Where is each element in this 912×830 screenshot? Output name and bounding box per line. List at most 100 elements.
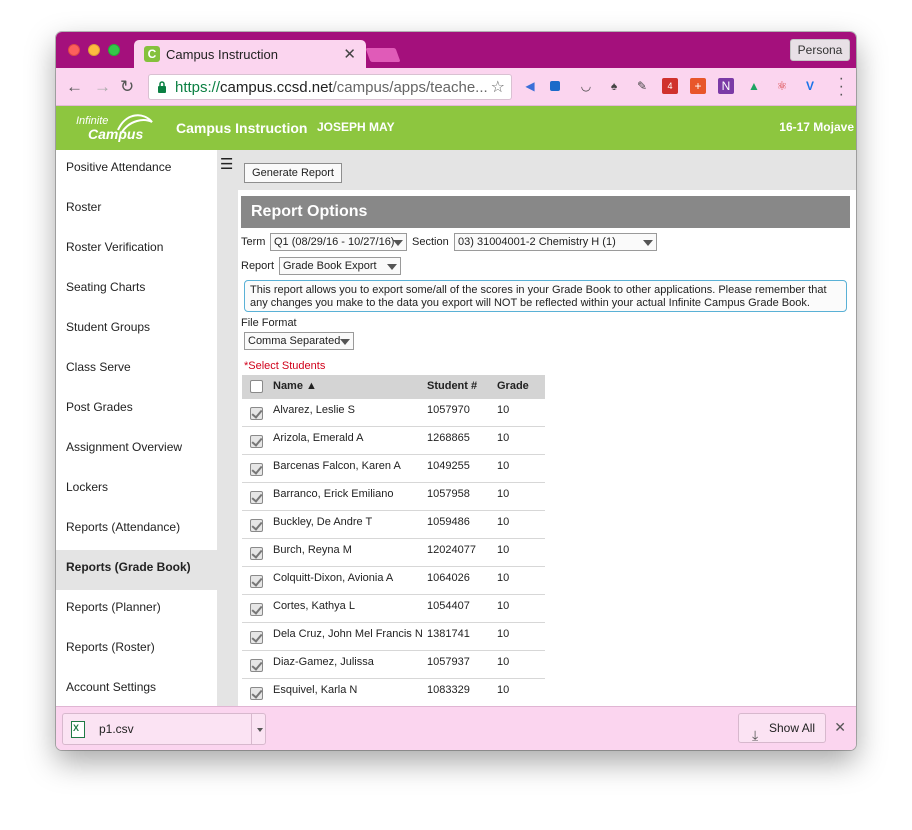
campus-favicon-icon: C [144, 46, 160, 62]
tool-extension-icon[interactable]: ✎ [634, 78, 650, 94]
sidebar-item-roster[interactable]: Roster [56, 190, 217, 230]
student-checkbox[interactable] [250, 491, 263, 504]
evernote-extension-icon[interactable]: ♠ [606, 78, 622, 94]
generate-report-button[interactable]: Generate Report [244, 163, 342, 183]
sidebar-item-reports-planner[interactable]: Reports (Planner) [56, 590, 217, 630]
sidebar-item-class-serve[interactable]: Class Serve [56, 350, 217, 390]
browser-toolbar: ← → ↻ https://campus.ccsd.net/campus/app… [56, 68, 856, 106]
sidebar-item-lockers[interactable]: Lockers [56, 470, 217, 510]
table-row[interactable]: Esquivel, Karla N 1083329 10 [242, 679, 545, 707]
student-checkbox[interactable] [250, 407, 263, 420]
report-label: Report [241, 260, 275, 272]
address-bar[interactable]: https://campus.ccsd.net/campus/apps/teac… [148, 74, 512, 100]
student-checkbox[interactable] [250, 547, 263, 560]
back-arrow-icon[interactable]: ← [66, 77, 83, 97]
student-checkbox[interactable] [250, 631, 263, 644]
cell-name: Esquivel, Karla N [273, 684, 358, 696]
url-text: https://campus.ccsd.net/campus/apps/teac… [175, 79, 488, 96]
download-divider [251, 714, 252, 744]
cell-student-num: 1083329 [427, 684, 470, 696]
cell-name: Buckley, De Andre T [273, 516, 373, 528]
download-item[interactable]: p1.csv [62, 713, 266, 745]
cell-grade: 10 [497, 460, 510, 472]
student-checkbox[interactable] [250, 463, 263, 476]
campus-logo-icon [117, 114, 153, 133]
file-format-label: File Format [241, 317, 297, 329]
cell-grade: 10 [497, 516, 510, 528]
chevron-down-icon[interactable] [257, 728, 263, 732]
announce-extension-icon[interactable]: ◀ [522, 78, 538, 94]
profile-button[interactable]: Persona [790, 39, 850, 61]
panel-title: Report Options [241, 196, 850, 228]
user-name[interactable]: JOSEPH MAY [317, 120, 395, 134]
name-column-header[interactable]: Name ▲ [273, 380, 317, 392]
cell-name: Alvarez, Leslie S [273, 404, 355, 416]
sidebar-item-reports-roster[interactable]: Reports (Roster) [56, 630, 217, 670]
sidebar-item-post-grades[interactable]: Post Grades [56, 390, 217, 430]
year-school[interactable]: 16-17 Mojave [779, 120, 854, 134]
table-row[interactable]: Dela Cruz, John Mel Francis N 1381741 10 [242, 623, 545, 651]
cell-student-num: 1381741 [427, 628, 470, 640]
cell-grade: 10 [497, 600, 510, 612]
student-number-column-header[interactable]: Student # [427, 380, 477, 392]
cell-student-num: 1057937 [427, 656, 470, 668]
table-row[interactable]: Barcenas Falcon, Karen A 1049255 10 [242, 455, 545, 483]
student-checkbox[interactable] [250, 575, 263, 588]
drive-extension-icon[interactable]: ▲ [746, 78, 762, 94]
table-row[interactable]: Arizola, Emerald A 1268865 10 [242, 427, 545, 455]
term-label: Term [241, 236, 266, 248]
section-select[interactable]: 03) 31004001-2 Chemistry H (1) [454, 233, 657, 251]
grid-extension-icon[interactable] [550, 81, 560, 91]
cell-name: Colquitt-Dixon, Avionia A [273, 572, 394, 584]
shield-extension-icon[interactable]: V [802, 78, 818, 94]
tab-title: Campus Instruction [166, 47, 278, 62]
forward-arrow-icon[interactable]: → [94, 77, 111, 97]
hamburger-menu-icon[interactable]: ☰ [220, 155, 233, 173]
bookmark-star-icon[interactable]: ☆ [491, 77, 505, 97]
calendar-extension-icon[interactable]: 4 [662, 78, 678, 94]
close-icon[interactable]: ✕ [834, 719, 846, 736]
sidebar-item-positive-attendance[interactable]: Positive Attendance [56, 150, 217, 190]
sidebar-item-account-settings[interactable]: Account Settings [56, 670, 217, 710]
table-row[interactable]: Buckley, De Andre T 1059486 10 [242, 511, 545, 539]
tab-close-icon[interactable]: ✕ [343, 45, 356, 63]
student-checkbox[interactable] [250, 519, 263, 532]
student-checkbox[interactable] [250, 603, 263, 616]
table-row[interactable]: Barranco, Erick Emiliano 1057958 10 [242, 483, 545, 511]
show-all-button[interactable]: ⤓ Show All [738, 713, 826, 743]
student-checkbox[interactable] [250, 687, 263, 700]
sidebar-item-roster-verification[interactable]: Roster Verification [56, 230, 217, 270]
atom-extension-icon[interactable]: ⚛ [774, 78, 790, 94]
file-format-select[interactable]: Comma Separated [244, 332, 354, 350]
table-row[interactable]: Cortes, Kathya L 1054407 10 [242, 595, 545, 623]
sidebar-item-reports-grade-book[interactable]: Reports (Grade Book) [56, 550, 217, 590]
office-extension-icon[interactable]: + [690, 78, 706, 94]
grade-column-header[interactable]: Grade [497, 380, 529, 392]
pocket-extension-icon[interactable]: ◡ [578, 78, 594, 94]
new-tab-button[interactable] [365, 48, 401, 62]
download-icon: ⤓ [752, 727, 759, 743]
sidebar-item-assignment-overview[interactable]: Assignment Overview [56, 430, 217, 470]
table-row[interactable]: Alvarez, Leslie S 1057970 10 [242, 399, 545, 427]
cell-student-num: 1049255 [427, 460, 470, 472]
term-select[interactable]: Q1 (08/29/16 - 10/27/16) [270, 233, 407, 251]
close-window-button[interactable] [68, 44, 80, 56]
browser-tab[interactable]: C Campus Instruction ✕ [134, 40, 366, 68]
browser-menu-icon[interactable]: · · · [839, 71, 844, 103]
minimize-window-button[interactable] [88, 44, 100, 56]
sidebar-item-seating-charts[interactable]: Seating Charts [56, 270, 217, 310]
reload-icon[interactable]: ↻ [120, 77, 134, 97]
sidebar-item-reports-attendance[interactable]: Reports (Attendance) [56, 510, 217, 550]
onenote-extension-icon[interactable]: N [718, 78, 734, 94]
app-name[interactable]: Campus Instruction [176, 120, 307, 136]
student-checkbox[interactable] [250, 435, 263, 448]
select-all-checkbox[interactable] [250, 380, 263, 393]
table-row[interactable]: Colquitt-Dixon, Avionia A 1064026 10 [242, 567, 545, 595]
report-select[interactable]: Grade Book Export [279, 257, 401, 275]
student-checkbox[interactable] [250, 659, 263, 672]
cell-student-num: 1057958 [427, 488, 470, 500]
table-row[interactable]: Burch, Reyna M 12024077 10 [242, 539, 545, 567]
sidebar-item-student-groups[interactable]: Student Groups [56, 310, 217, 350]
table-row[interactable]: Diaz-Gamez, Julissa 1057937 10 [242, 651, 545, 679]
zoom-window-button[interactable] [108, 44, 120, 56]
